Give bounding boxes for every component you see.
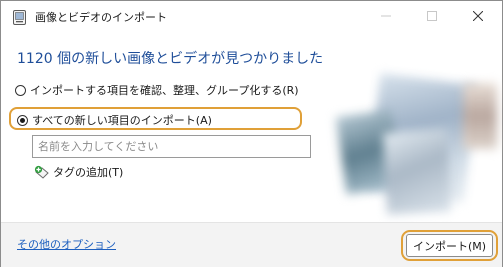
window-title: 画像とビデオのインポート [35,11,167,24]
preview-thumbnail [463,83,497,149]
radio-import-all[interactable] [17,114,28,126]
import-button[interactable]: インポート(M) [406,234,493,257]
maximize-icon [427,11,437,21]
title-bar: 画像とビデオのインポート [1,1,502,33]
preview-thumbnail [382,129,452,215]
maximize-button[interactable] [409,1,455,31]
add-tag-link[interactable]: タグの追加(T) [34,164,123,180]
minimize-icon [381,15,391,17]
tag-add-icon [34,165,49,179]
found-items-heading: 1120 個の新しい画像とビデオが見つかりました [17,51,324,67]
review-organize-group-option[interactable]: インポートする項目を確認、整理、グループ化する(R) [15,81,299,99]
name-input[interactable] [32,135,311,158]
radio-review-organize[interactable] [15,84,26,96]
import-dialog: 画像とビデオのインポート 1120 個の新しい画像とビデオが見つかりました イン… [0,0,503,267]
close-icon [473,11,483,21]
close-button[interactable] [455,1,501,31]
dialog-footer: その他のオプション インポート(M) [1,222,502,267]
add-tag-label: タグの追加(T) [53,166,124,179]
preview-thumbnails [323,73,499,221]
import-all-option[interactable]: すべての新しい項目のインポート(A) [17,111,212,129]
minimize-button[interactable] [363,1,409,31]
photo-import-app-icon [13,10,26,25]
import-all-label: すべての新しい項目のインポート(A) [32,114,212,127]
more-options-link[interactable]: その他のオプション [17,236,116,252]
review-organize-label: インポートする項目を確認、整理、グループ化する(R) [30,84,299,97]
